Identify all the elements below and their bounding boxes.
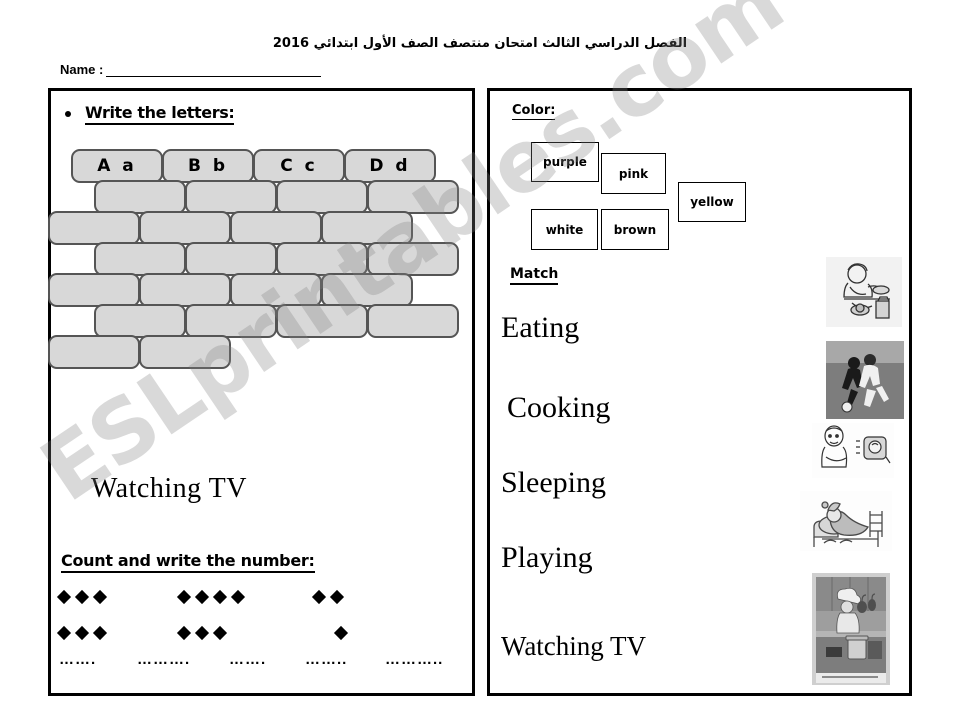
name-field-row: Name : — [60, 62, 322, 77]
blank-brick[interactable] — [94, 304, 186, 338]
blank-brick[interactable] — [230, 211, 322, 245]
diamond-group-2-bottom — [176, 625, 314, 641]
name-label: Name : — [60, 62, 104, 77]
blank-brick[interactable] — [139, 211, 231, 245]
letter-brick-d[interactable]: D d — [344, 149, 436, 183]
diamond-icon — [311, 589, 327, 605]
right-panel: Color: purple pink yellow white brown Ma… — [487, 88, 912, 696]
blank-brick[interactable] — [48, 335, 140, 369]
worksheet-page: الفصل الدراسي الثالث امتحان منتصف الصف ا… — [0, 0, 960, 720]
diamond-icon — [329, 589, 345, 605]
diamond-icon — [92, 589, 108, 605]
color-box-purple[interactable]: purple — [531, 142, 599, 182]
diamond-icon — [92, 625, 108, 641]
blank-brick[interactable] — [230, 273, 322, 307]
diamond-group-1-top — [56, 589, 179, 605]
color-box-pink[interactable]: pink — [601, 153, 666, 194]
diamond-icon — [212, 625, 228, 641]
blank-brick[interactable] — [276, 242, 368, 276]
blank-brick[interactable] — [48, 273, 140, 307]
match-word-cooking[interactable]: Cooking — [507, 391, 610, 425]
color-box-white[interactable]: white — [531, 209, 598, 250]
diamond-icon — [74, 589, 90, 605]
match-word-playing[interactable]: Playing — [501, 541, 593, 575]
brick-row — [48, 335, 471, 369]
diamond-icon — [230, 589, 246, 605]
name-input-line[interactable] — [106, 64, 322, 77]
answer-lines-row: ……. ………. ……. …….. ……….. — [59, 651, 471, 668]
blank-brick[interactable] — [94, 242, 186, 276]
brick-wall: A a B b C c D d — [48, 149, 471, 369]
answer-line[interactable]: ……. — [59, 651, 137, 668]
letter-brick-a[interactable]: A a — [71, 149, 163, 183]
answer-line[interactable]: ………. — [137, 651, 229, 668]
letter-brick-c[interactable]: C c — [253, 149, 345, 183]
blank-brick[interactable] — [321, 211, 413, 245]
diamond-count-area — [56, 583, 469, 647]
color-box-brown[interactable]: brown — [601, 209, 669, 250]
diamond-icon — [333, 625, 349, 641]
match-word-sleeping[interactable]: Sleeping — [501, 466, 606, 500]
color-heading: Color: — [512, 103, 556, 120]
brick-row — [48, 273, 471, 307]
brick-row-letters: A a B b C c D d — [71, 149, 471, 183]
write-letters-heading: Write the letters: — [85, 103, 235, 125]
diamond-icon — [212, 589, 228, 605]
blank-brick[interactable] — [185, 242, 277, 276]
answer-line[interactable]: …….. — [305, 651, 385, 668]
man-watching-tv-image[interactable] — [812, 423, 894, 478]
count-heading: Count and write the number: — [61, 551, 315, 573]
match-word-watching-tv[interactable]: Watching TV — [501, 631, 646, 662]
left-panel: Write the letters: A a B b C c D d Watch… — [48, 88, 475, 696]
blank-brick[interactable] — [321, 273, 413, 307]
blank-brick[interactable] — [367, 242, 459, 276]
letter-brick-b[interactable]: B b — [162, 149, 254, 183]
diamond-icon — [176, 589, 192, 605]
blank-brick[interactable] — [185, 304, 277, 338]
chef-cooking-image[interactable] — [812, 573, 890, 685]
blank-brick[interactable] — [276, 304, 368, 338]
exam-title-arabic: الفصل الدراسي الثالث امتحان منتصف الصف ا… — [272, 36, 688, 51]
diamond-group-3-bottom — [333, 625, 349, 641]
match-heading: Match — [510, 266, 559, 285]
blank-brick[interactable] — [276, 180, 368, 214]
answer-line[interactable]: ……. — [229, 651, 305, 668]
write-letters-heading-row: Write the letters: — [65, 103, 235, 125]
diamond-icon — [194, 589, 210, 605]
blank-brick[interactable] — [139, 273, 231, 307]
diamond-icon — [74, 625, 90, 641]
soccer-players-image[interactable] — [826, 341, 904, 419]
boy-eating-image[interactable] — [826, 257, 902, 327]
blank-brick[interactable] — [185, 180, 277, 214]
brick-row — [94, 304, 471, 338]
diamond-icon — [194, 625, 210, 641]
diamond-icon — [56, 625, 72, 641]
person-sleeping-image[interactable] — [800, 491, 892, 551]
color-box-yellow[interactable]: yellow — [678, 182, 746, 222]
blank-brick[interactable] — [48, 211, 140, 245]
diamond-row-top — [56, 583, 469, 611]
diamond-group-2-top — [176, 589, 314, 605]
blank-brick[interactable] — [367, 304, 459, 338]
diamond-row-bottom — [56, 619, 469, 647]
blank-brick[interactable] — [139, 335, 231, 369]
diamond-icon — [56, 589, 72, 605]
brick-row — [94, 180, 471, 214]
bullet-icon — [65, 111, 71, 117]
watching-tv-label: Watching TV — [91, 473, 247, 504]
diamond-icon — [176, 625, 192, 641]
diamond-group-1-bottom — [56, 625, 179, 641]
diamond-group-3-top — [311, 589, 345, 605]
blank-brick[interactable] — [367, 180, 459, 214]
brick-row — [48, 211, 471, 245]
brick-row — [94, 242, 471, 276]
match-word-eating[interactable]: Eating — [501, 311, 579, 345]
answer-line[interactable]: ……….. — [385, 651, 443, 668]
blank-brick[interactable] — [94, 180, 186, 214]
